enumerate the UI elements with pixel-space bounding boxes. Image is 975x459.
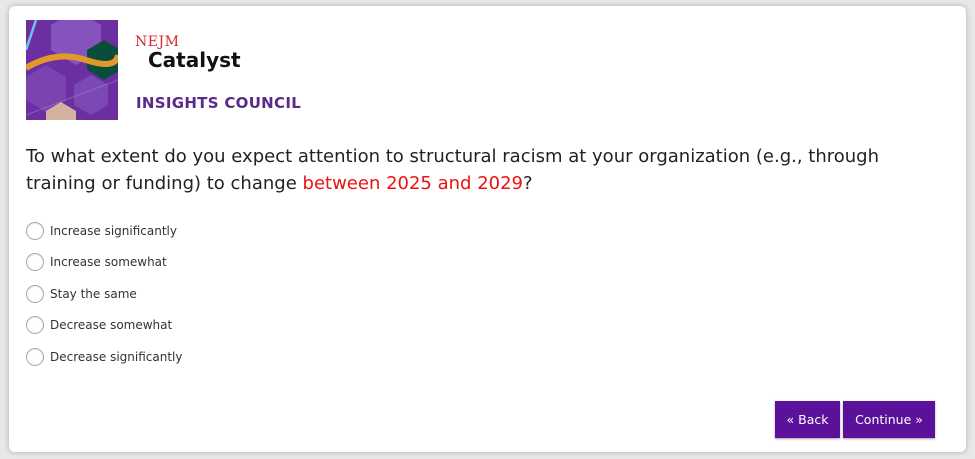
answer-options: Increase significantly Increase somewhat… [26,215,182,373]
radio-empty-icon[interactable] [26,316,44,335]
radio-empty-icon[interactable] [26,347,44,366]
radio-empty-icon[interactable] [26,284,44,303]
insights-council-label: INSIGHTS COUNCIL [136,94,302,112]
option-label: Decrease significantly [50,349,183,364]
option-stay-the-same[interactable]: Stay the same [26,278,182,310]
continue-button[interactable]: Continue » [843,401,935,438]
option-label: Stay the same [50,286,137,301]
question-highlight: between 2025 and 2029 [302,173,523,194]
back-button[interactable]: « Back [775,401,840,438]
option-decrease-somewhat[interactable]: Decrease somewhat [26,310,182,342]
option-increase-significantly[interactable]: Increase significantly [26,215,182,247]
option-label: Increase significantly [50,223,177,238]
radio-empty-icon[interactable] [26,253,44,272]
question-text: To what extent do you expect attention t… [26,143,951,197]
catalyst-label: Catalyst [148,48,241,72]
radio-empty-icon[interactable] [26,221,44,240]
option-decrease-significantly[interactable]: Decrease significantly [26,341,182,373]
option-label: Decrease somewhat [50,318,173,333]
option-label: Increase somewhat [50,255,167,270]
brand-wordmark: NEJM Catalyst [135,34,241,71]
insights-council-logo-icon [26,20,118,120]
survey-card: NEJM Catalyst INSIGHTS COUNCIL To what e… [9,6,966,452]
option-increase-somewhat[interactable]: Increase somewhat [26,247,182,279]
question-text-end: ? [523,173,533,194]
